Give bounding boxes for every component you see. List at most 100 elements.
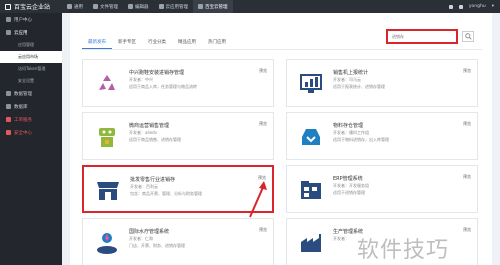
- data-icon: [6, 91, 11, 96]
- brand-name: 百宝云企业站: [14, 4, 51, 11]
- card-title: 中兴跑鞋安装进销存管理: [129, 70, 185, 76]
- spa-icon: [93, 229, 121, 257]
- search-button[interactable]: [462, 31, 474, 42]
- sidebar-label: 工单服务: [14, 117, 32, 123]
- ticket-icon: [6, 117, 11, 122]
- sidebar-label: 数据管理: [14, 91, 32, 97]
- card-description: 适用于物料进销存，出入库管理: [333, 137, 389, 142]
- user-menu[interactable]: yonghu: [469, 4, 486, 9]
- tab-latest[interactable]: 最新发布: [82, 35, 112, 49]
- search-input[interactable]: [392, 34, 452, 39]
- tab-popular[interactable]: 热门应用: [202, 35, 232, 49]
- app-card[interactable]: 微商运营销售管理 开发者：aliedv 适用于商品销售、进销存管理 预览: [82, 112, 274, 160]
- card-description: 适用于商品入库，任务管理与物品流转: [129, 84, 197, 89]
- preview-link[interactable]: 预览: [463, 174, 471, 180]
- app-card[interactable]: ERP管理系统 开发者：开发服务组 适用于进销存管理 预览: [286, 165, 478, 213]
- preview-link[interactable]: 预览: [463, 121, 471, 127]
- topnav-item-admin[interactable]: 百宝云管理: [193, 0, 233, 13]
- preview-link[interactable]: 预览: [259, 227, 267, 233]
- card-title: 微商运营销售管理: [129, 123, 170, 129]
- brand[interactable]: 百宝云企业站: [0, 0, 62, 13]
- main-content: 最新发布 新手专区 行业分类 精品应用 热门应用 中兴跑鞋安装进销存管理 开发者…: [70, 13, 500, 265]
- card-developer: 开发者：司马云: [333, 77, 361, 82]
- sidebar-label: 用户中心: [14, 17, 32, 23]
- topnav-item-cloud-apps[interactable]: 云应用管理: [154, 0, 194, 13]
- sidebar-label: 云应用: [14, 30, 28, 36]
- sidebar-item-tickets[interactable]: 工单服务: [0, 113, 62, 126]
- sidebar-sub-token[interactable]: 访问Token管理: [0, 63, 62, 75]
- sidebar-sub-security[interactable]: 安全设置: [0, 75, 62, 87]
- home-icon: [67, 4, 72, 9]
- top-right: yonghu ▾: [448, 4, 500, 9]
- preview-link[interactable]: 预览: [259, 121, 267, 127]
- tab-industry[interactable]: 行业分类: [142, 35, 172, 49]
- inbox-icon: [297, 123, 325, 151]
- preview-link[interactable]: 预览: [463, 227, 471, 233]
- sidebar-item-user-center[interactable]: 用户中心: [0, 13, 62, 26]
- sidebar-label: 数据库: [14, 104, 28, 110]
- annotation-arrow-icon: [249, 181, 267, 218]
- card-description: 适用于报表统计、进销存管理: [333, 84, 385, 89]
- topnav-item-files[interactable]: 文件管理: [88, 0, 123, 13]
- chart-icon: [297, 70, 325, 98]
- card-description: 适用于商品销售、进销存管理: [129, 137, 181, 142]
- tabs-divider: [82, 49, 482, 50]
- app-card[interactable]: 中兴跑鞋安装进销存管理 开发者：中兴 适用于商品入库，任务管理与物品流转 预览: [82, 59, 274, 107]
- notification-icon[interactable]: [448, 4, 453, 9]
- preview-link[interactable]: 预览: [463, 68, 471, 74]
- sidebar-sub-app-market[interactable]: 云应用市场: [0, 51, 62, 63]
- cloud-icon: [158, 4, 164, 9]
- chevron-down-icon[interactable]: ▾: [492, 4, 494, 9]
- topnav-label: 通用: [74, 4, 83, 10]
- sidebar-item-security-center[interactable]: 安全中心: [0, 126, 62, 139]
- tab-featured[interactable]: 精品应用: [172, 35, 202, 49]
- card-title: 批发零售行业进销存: [130, 177, 176, 183]
- card-title: 物料存仓管理: [333, 123, 364, 129]
- preview-link[interactable]: 预览: [259, 68, 267, 74]
- admin-icon: [198, 4, 203, 9]
- sidebar-sub-app-manage[interactable]: 应用管理: [0, 39, 62, 51]
- market-panel: 最新发布 新手专区 行业分类 精品应用 热门应用 中兴跑鞋安装进销存管理 开发者…: [70, 13, 492, 265]
- app-card[interactable]: 销售机上报统计 开发者：司马云 适用于报表统计、进销存管理 预览: [286, 59, 478, 107]
- app-card[interactable]: 国际水疗管理系统 开发者：仁和 门店、开票、财务、进销存管理 预览: [82, 218, 274, 265]
- card-developer: 开发者：开发服务组: [333, 183, 369, 188]
- edit-icon: [128, 4, 133, 9]
- watermark: 软件技巧: [357, 238, 450, 263]
- sidebar-label: 访问Token管理: [18, 66, 46, 71]
- card-title: ERP管理系统: [333, 176, 363, 182]
- tab-beginner[interactable]: 新手专区: [112, 35, 142, 49]
- card-developer: 开发者：仁和: [129, 236, 153, 241]
- search-box[interactable]: [386, 29, 458, 44]
- folder-icon: [93, 4, 98, 9]
- sidebar-item-data[interactable]: 数据管理: [0, 87, 62, 100]
- topnav-label: 文件管理: [100, 4, 118, 10]
- card-developer: 开发者：中兴: [129, 77, 153, 82]
- card-developer: 开发者：aliedv: [129, 130, 158, 135]
- store-icon: [94, 177, 122, 205]
- brand-logo-icon: [5, 3, 11, 10]
- top-bar: 百宝云企业站 通用 文件管理 编辑器 云应用管理 百宝云管理 yonghu ▾: [0, 0, 500, 13]
- card-description: 适用于进销存管理: [333, 190, 365, 195]
- sidebar-label: 安全设置: [18, 78, 34, 83]
- top-nav: 通用 文件管理 编辑器 云应用管理 百宝云管理: [62, 0, 233, 13]
- sidebar-item-cloud-app[interactable]: 云应用: [0, 26, 62, 39]
- topnav-label: 云应用管理: [165, 4, 189, 10]
- sidebar: 用户中心 云应用 应用管理 云应用市场 访问Token管理 安全设置 数据管理 …: [0, 13, 62, 265]
- sidebar-item-database[interactable]: 数据库: [0, 100, 62, 113]
- robot-icon: [93, 123, 121, 151]
- topnav-label: 编辑器: [135, 4, 149, 10]
- card-title: 国际水疗管理系统: [129, 229, 170, 235]
- search-icon: [464, 33, 472, 40]
- factory-icon: [297, 229, 325, 257]
- topnav-item-editor[interactable]: 编辑器: [123, 0, 154, 13]
- category-tabs: 最新发布 新手专区 行业分类 精品应用 热门应用: [82, 35, 232, 49]
- shield-icon: [6, 130, 11, 135]
- folder-grid-icon: [297, 176, 325, 204]
- settings-icon[interactable]: [458, 4, 463, 9]
- recycle-icon: [93, 70, 121, 98]
- sidebar-label: 云应用市场: [18, 54, 38, 59]
- topnav-item-general[interactable]: 通用: [62, 0, 88, 13]
- card-developer: 开发者：百利云: [130, 184, 158, 189]
- app-card[interactable]: 物料存仓管理 开发者：儒科工作组 适用于物料进销存，出入库管理 预览: [286, 112, 478, 160]
- database-icon: [6, 104, 11, 109]
